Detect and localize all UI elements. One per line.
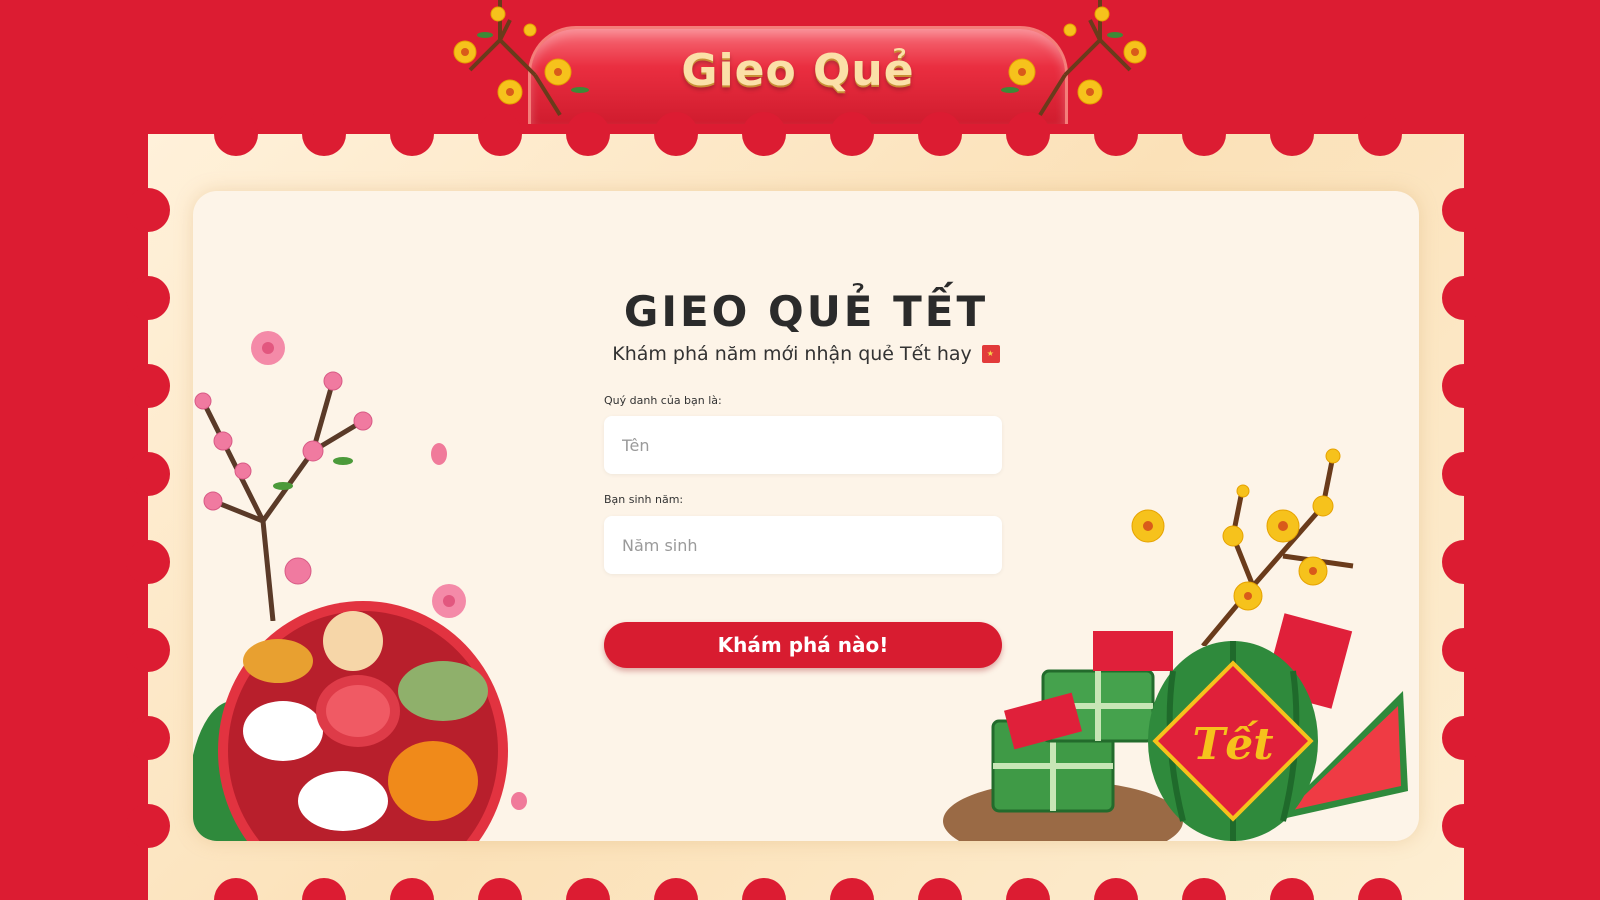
apricot-blossom-left-icon [453,0,589,117]
birth-year-label: Bạn sinh năm: [604,493,684,506]
app-title: Gieo Quẻ [681,45,915,96]
explore-button[interactable]: Khám phá nào! [604,622,1002,668]
page-title: GIEO QUẺ TẾT [623,287,989,336]
candy-tray-icon [193,601,508,841]
peach-blossom-branch-icon [194,371,373,621]
birth-year-input[interactable] [604,516,1002,574]
apricot-blossom-right-icon [1001,0,1147,117]
vietnam-flag-icon [981,345,1000,363]
name-label: Quý danh của bạn là: [604,394,722,407]
tet-feast-icon: Tết [943,613,1408,841]
name-input[interactable] [604,416,1002,474]
main-card: Tết GIEO QUẺ TẾT Khám phá năm mới nhận q… [193,191,1419,841]
tet-watermelon-text: Tết [1192,719,1273,770]
subtitle-text: Khám phá năm mới nhận quẻ Tết hay [612,343,972,365]
peach-petal-icon [431,443,447,465]
page-subtitle: Khám phá năm mới nhận quẻ Tết hay [193,343,1419,365]
